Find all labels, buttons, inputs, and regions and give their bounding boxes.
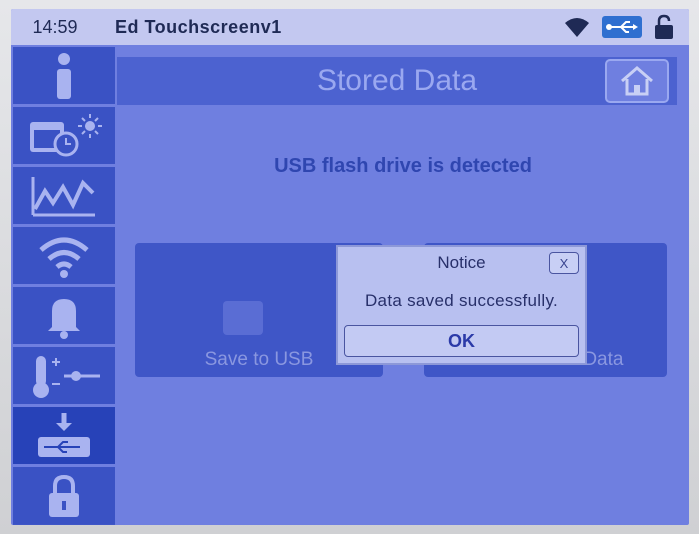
sidebar-item-usb[interactable] bbox=[13, 407, 115, 467]
usb-drive-icon bbox=[223, 301, 263, 335]
sidebar bbox=[13, 47, 115, 525]
wifi-icon bbox=[39, 237, 89, 278]
title-bar: Stored Data bbox=[117, 57, 677, 105]
home-button[interactable] bbox=[605, 59, 669, 103]
dialog-message: Data saved successfully. bbox=[364, 291, 559, 310]
sidebar-item-chart[interactable] bbox=[13, 167, 115, 227]
lock-icon bbox=[49, 474, 79, 517]
chart-icon bbox=[31, 176, 95, 216]
bell-icon bbox=[48, 298, 80, 339]
calendar-clock-icon bbox=[30, 113, 102, 156]
sidebar-item-alarm[interactable] bbox=[13, 287, 115, 347]
status-bar: 14:59 Ed Touchscreenv1 bbox=[11, 9, 689, 45]
sidebar-item-calibration[interactable] bbox=[13, 347, 115, 407]
status-icons bbox=[563, 14, 675, 45]
dialog-close-button[interactable]: X bbox=[549, 252, 579, 274]
sidebar-item-wifi[interactable] bbox=[13, 227, 115, 287]
info-icon bbox=[57, 52, 71, 99]
dialog-title: Notice bbox=[437, 253, 486, 272]
usb-status-message: USB flash drive is detected bbox=[274, 155, 532, 177]
lock-open-icon bbox=[653, 14, 675, 45]
screen: 14:59 Ed Touchscreenv1 Stored Data USB f… bbox=[11, 9, 689, 525]
sidebar-item-lock[interactable] bbox=[13, 467, 115, 524]
main-panel: Stored Data USB flash drive is detected … bbox=[117, 47, 689, 525]
clock: 14:59 bbox=[32, 16, 78, 37]
wifi-icon bbox=[563, 16, 591, 43]
sidebar-item-info[interactable] bbox=[13, 47, 115, 107]
ok-button[interactable]: OK bbox=[344, 325, 579, 357]
thermometer-icon bbox=[33, 355, 100, 398]
usb-download-icon bbox=[38, 412, 90, 457]
device-name: Ed Touchscreenv1 bbox=[115, 16, 282, 37]
sidebar-item-schedule[interactable] bbox=[13, 107, 115, 167]
usb-icon bbox=[601, 15, 643, 44]
notice-dialog: Notice X Data saved successfully. OK bbox=[336, 245, 587, 365]
home-icon bbox=[621, 66, 653, 96]
page-title: Stored Data bbox=[316, 64, 478, 97]
